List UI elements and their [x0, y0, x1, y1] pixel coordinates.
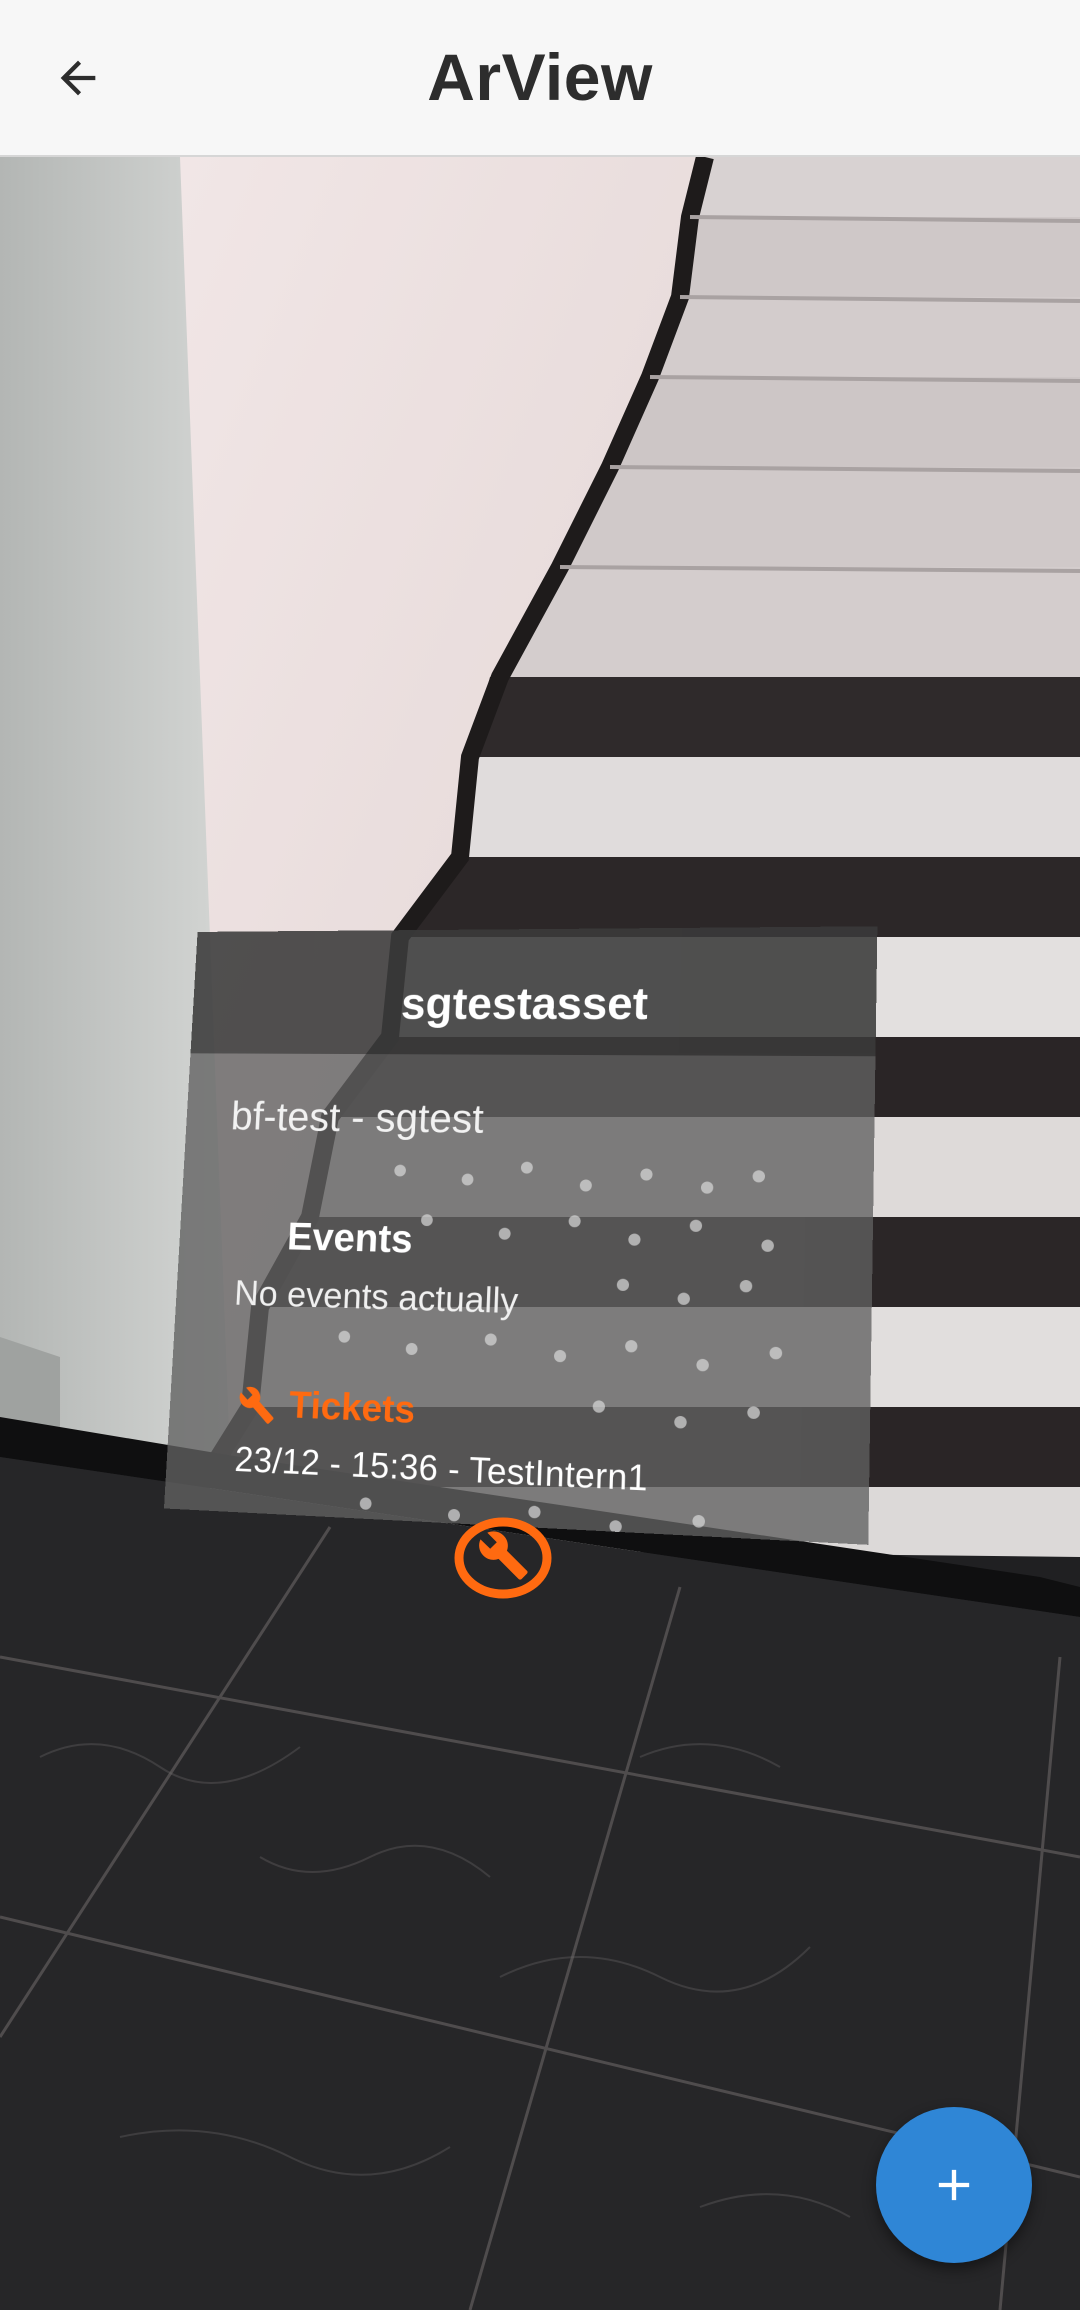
plus-icon — [938, 2169, 970, 2201]
app-bar: ArView — [0, 0, 1080, 157]
tickets-header[interactable]: Tickets — [237, 1383, 416, 1433]
camera-view[interactable]: sgtestasset bf-test - sgtest Events No e… — [0, 157, 1080, 2310]
wrench-icon — [238, 1385, 276, 1424]
anchor-marker[interactable] — [453, 1515, 553, 1601]
events-heading: Events — [286, 1215, 414, 1262]
tickets-heading: Tickets — [288, 1384, 417, 1432]
ar-asset-card[interactable]: sgtestasset bf-test - sgtest Events No e… — [163, 926, 878, 1545]
wrench-icon — [454, 1517, 552, 1599]
ar-view-screen: ArView sgtestasset bf-test - sgtest Even… — [0, 0, 1080, 2310]
asset-name: sgtestasset — [400, 977, 649, 1029]
asset-subtitle: bf-test - sgtest — [229, 1093, 485, 1142]
page-title: ArView — [427, 40, 653, 114]
add-button[interactable] — [876, 2107, 1032, 2263]
